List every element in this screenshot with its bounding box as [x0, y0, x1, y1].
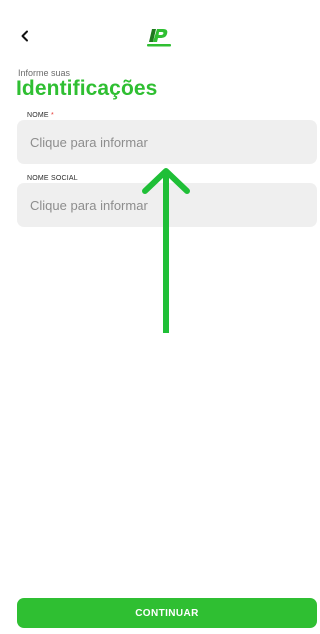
continue-button-label: CONTINUAR — [135, 607, 199, 619]
required-mark: * — [50, 112, 54, 119]
nome-field-label: NOME * — [27, 112, 54, 119]
nome-field[interactable] — [17, 120, 317, 164]
page-title: Identificações — [16, 77, 158, 100]
back-button[interactable] — [14, 26, 36, 46]
chevron-left-icon — [21, 30, 28, 42]
arrow-up-icon — [142, 168, 190, 333]
continue-button[interactable]: CONTINUAR — [17, 598, 317, 628]
nome-label-text: NOME — [27, 112, 49, 119]
nome-input[interactable] — [30, 134, 304, 150]
nome-social-field-label: NOME SOCIAL — [27, 175, 78, 182]
brand-logo-icon — [146, 28, 172, 48]
